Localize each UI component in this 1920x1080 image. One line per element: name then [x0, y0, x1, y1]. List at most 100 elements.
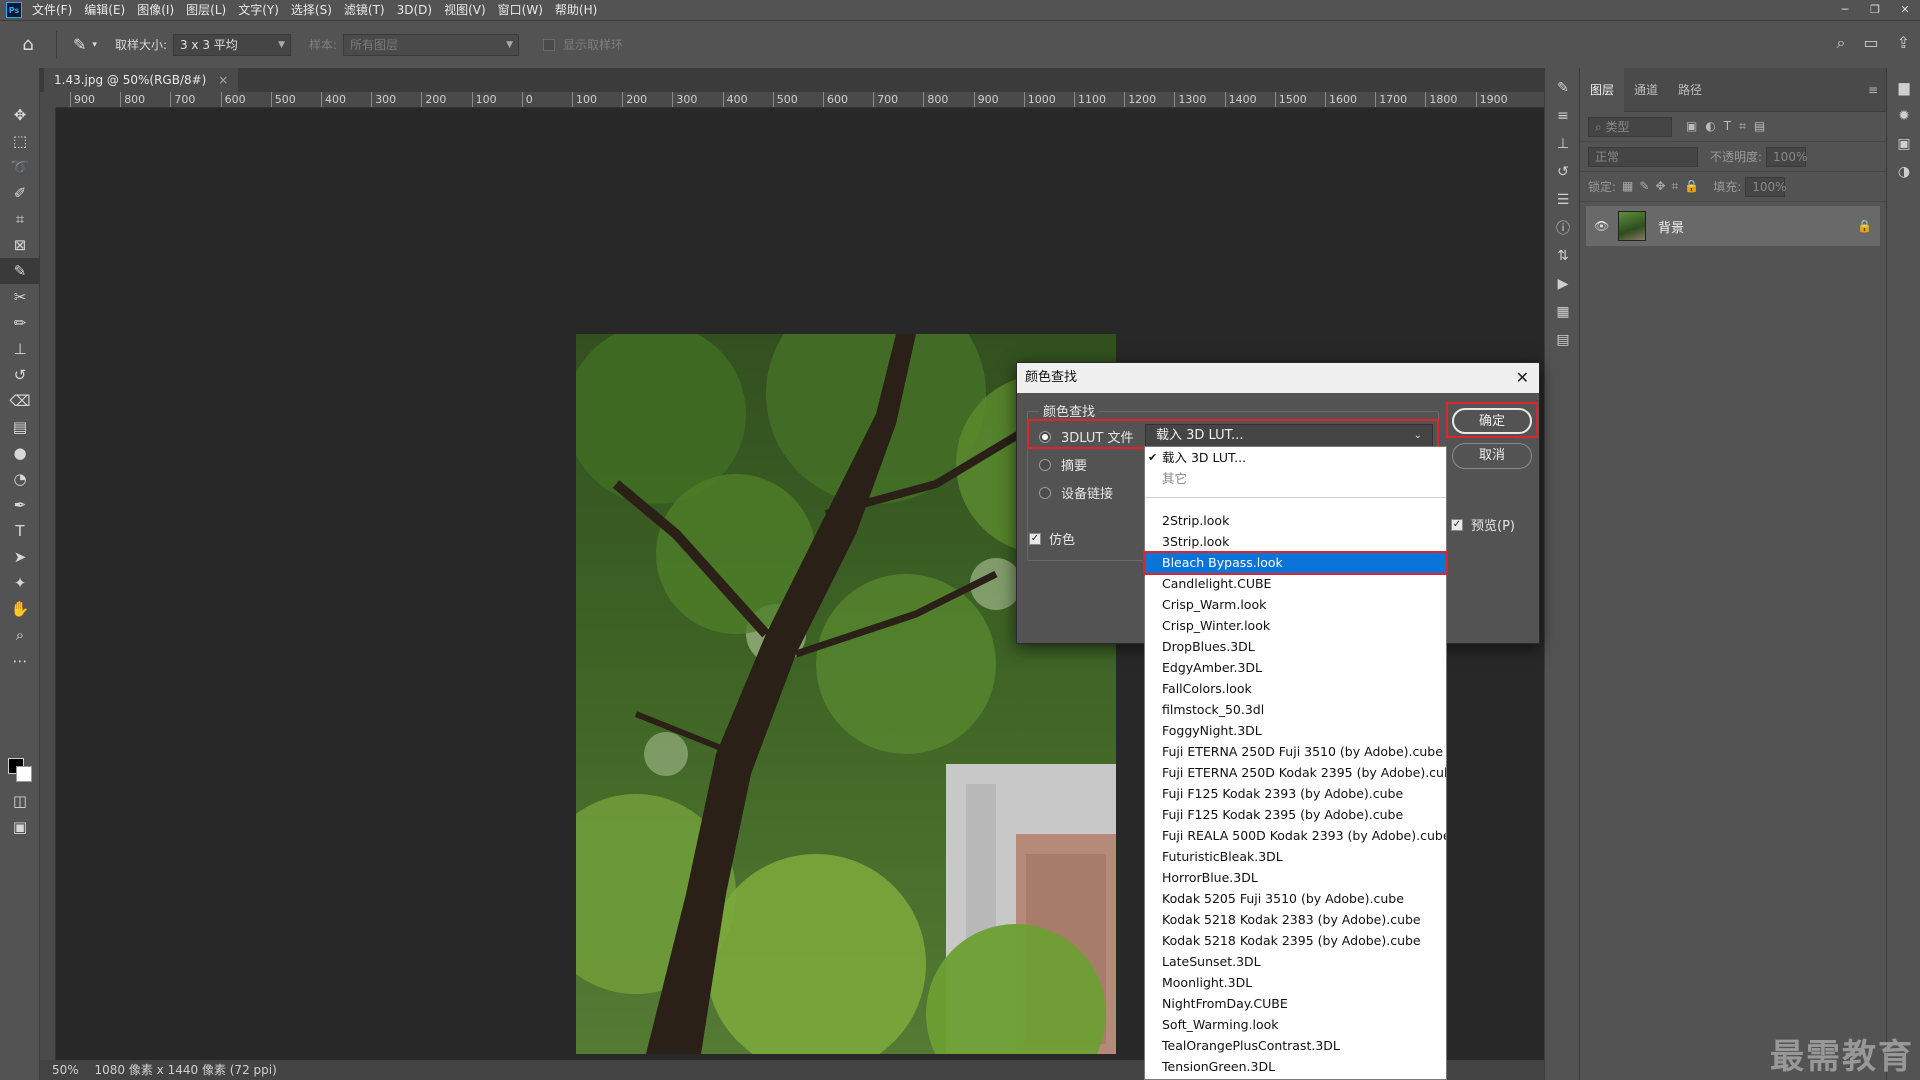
move-tool-icon[interactable]: ✥: [0, 102, 40, 128]
paths-icon[interactable]: ⇅: [1545, 242, 1581, 270]
lut-item[interactable]: EdgyAmber.3DL: [1145, 657, 1446, 678]
path-select-icon[interactable]: ➤: [0, 544, 40, 570]
brush-tool-icon[interactable]: ✏: [0, 310, 40, 336]
home-icon[interactable]: ⌂: [10, 27, 46, 63]
lock-icons[interactable]: ▦✎✥⌗🔒: [1622, 179, 1705, 194]
radio-button[interactable]: [1039, 486, 1051, 499]
lut-item[interactable]: LateSunset.3DL: [1145, 951, 1446, 972]
quick-select-tool-icon[interactable]: ✐: [0, 180, 40, 206]
lut-item[interactable]: NightFromDay.CUBE: [1145, 993, 1446, 1014]
cancel-button[interactable]: 取消: [1452, 443, 1532, 469]
lut-item[interactable]: filmstock_50.3dl: [1145, 699, 1446, 720]
lut-item[interactable]: TensionGreen.3DL: [1145, 1056, 1446, 1077]
stamp-tool-icon[interactable]: ⊥: [0, 336, 40, 362]
blend-mode-select[interactable]: 正常: [1588, 146, 1698, 167]
pen-tool-icon[interactable]: ✒: [0, 492, 40, 518]
menu-edit[interactable]: 编辑(E): [78, 0, 131, 20]
brush-settings-icon[interactable]: ✎: [1545, 74, 1581, 102]
zoom-tool-icon[interactable]: ⌕: [0, 622, 40, 648]
close-icon[interactable]: ✕: [1516, 363, 1529, 393]
search-icon[interactable]: ⌕: [1837, 33, 1846, 53]
dodge-tool-icon[interactable]: ◔: [0, 466, 40, 492]
tab-paths[interactable]: 路径: [1668, 68, 1712, 112]
frame-tool-icon[interactable]: ⊠: [0, 232, 40, 258]
radio-button[interactable]: [1039, 458, 1051, 471]
document-tab[interactable]: 1.43.jpg @ 50%(RGB/8#) ×: [44, 68, 239, 92]
properties-icon[interactable]: ☰: [1545, 186, 1581, 214]
lut-item[interactable]: Fuji F125 Kodak 2395 (by Adobe).cube: [1145, 804, 1446, 825]
radio-abstract[interactable]: 摘要: [1039, 455, 1087, 474]
lut-item[interactable]: Fuji ETERNA 250D Fuji 3510 (by Adobe).cu…: [1145, 741, 1446, 762]
lut-item[interactable]: Fuji ETERNA 250D Kodak 2395 (by Adobe).c…: [1145, 762, 1446, 783]
menu-help[interactable]: 帮助(H): [549, 0, 603, 20]
menu-view[interactable]: 视图(V): [438, 0, 492, 20]
lut-item[interactable]: TealOrangePlusContrast.3DL: [1145, 1035, 1446, 1056]
dropdown-item-load-lut[interactable]: ✔ 载入 3D LUT...: [1145, 447, 1446, 468]
more-tools-icon[interactable]: ⋯: [0, 648, 40, 674]
eye-icon[interactable]: 👁: [1594, 219, 1610, 233]
menu-select[interactable]: 选择(S): [285, 0, 338, 20]
close-tab-icon[interactable]: ×: [218, 73, 228, 87]
radio-device-link[interactable]: 设备链接: [1039, 483, 1113, 502]
layer-filter-select[interactable]: ⌕ 类型: [1588, 116, 1672, 137]
share-icon[interactable]: ⇪: [1897, 33, 1910, 53]
fill-input[interactable]: 100%: [1745, 176, 1787, 197]
gradient-tool-icon[interactable]: ▤: [0, 414, 40, 440]
history-icon[interactable]: ↺: [1545, 158, 1581, 186]
crop-tool-icon[interactable]: ⌗: [0, 206, 40, 232]
dither-checkbox-row[interactable]: ✓ 仿色: [1029, 529, 1075, 548]
lock-icon[interactable]: 🔒: [1857, 219, 1872, 233]
adjust-icon[interactable]: ≡: [1545, 102, 1581, 130]
light-icon[interactable]: ✹: [1887, 102, 1920, 130]
shape-tool-icon[interactable]: ✦: [0, 570, 40, 596]
screen-mode-icon[interactable]: ▣: [0, 814, 40, 840]
actions-icon[interactable]: ▶: [1545, 270, 1581, 298]
show-ring-checkbox[interactable]: [543, 38, 556, 51]
lut-item[interactable]: Candlelight.CUBE: [1145, 573, 1446, 594]
sample-size-select[interactable]: 3 x 3 平均 ▼: [172, 33, 291, 56]
lut-item[interactable]: DropBlues.3DL: [1145, 636, 1446, 657]
hand-tool-icon[interactable]: ✋: [0, 596, 40, 622]
sample-select[interactable]: 所有图层 ▼: [343, 33, 520, 56]
zoom-level[interactable]: 50%: [52, 1063, 79, 1077]
tab-layers[interactable]: 图层: [1580, 67, 1625, 112]
filter-icons[interactable]: ▣◐T⌗▤: [1686, 119, 1773, 134]
chevron-down-icon[interactable]: ▾: [92, 40, 97, 50]
lut-item[interactable]: Crisp_Warm.look: [1145, 594, 1446, 615]
preview-checkbox[interactable]: ✓: [1451, 518, 1463, 531]
lut-item[interactable]: 3Strip.look: [1145, 531, 1446, 552]
workspace-icon[interactable]: ▭: [1863, 33, 1878, 53]
lut-item[interactable]: FuturisticBleak.3DL: [1145, 846, 1446, 867]
libraries-icon[interactable]: ▣: [1887, 130, 1920, 158]
lasso-tool-icon[interactable]: ➰: [0, 154, 40, 180]
blur-tool-icon[interactable]: ●: [0, 440, 40, 466]
eyedropper-tool-icon[interactable]: ✎: [0, 258, 40, 284]
opacity-input[interactable]: 100%: [1766, 146, 1807, 167]
quick-mask-icon[interactable]: ◫: [0, 788, 40, 814]
lut-item[interactable]: Kodak 5205 Fuji 3510 (by Adobe).cube: [1145, 888, 1446, 909]
lut-item[interactable]: Fuji F125 Kodak 2393 (by Adobe).cube: [1145, 783, 1446, 804]
lut-file-select[interactable]: 载入 3D LUT... ⌄: [1145, 424, 1433, 448]
type-tool-icon[interactable]: T: [0, 518, 40, 544]
info-icon[interactable]: ⓘ: [1545, 214, 1581, 242]
menu-window[interactable]: 窗口(W): [492, 0, 549, 20]
lut-item[interactable]: Crisp_Winter.look: [1145, 615, 1446, 636]
eraser-tool-icon[interactable]: ⌫: [0, 388, 40, 414]
lut-item[interactable]: HorrorBlue.3DL: [1145, 867, 1446, 888]
lut-item[interactable]: 2Strip.look: [1145, 510, 1446, 531]
history-brush-icon[interactable]: ↺: [0, 362, 40, 388]
marquee-tool-icon[interactable]: ⬚: [0, 128, 40, 154]
dither-checkbox[interactable]: ✓: [1029, 532, 1041, 545]
minimize-icon[interactable]: ─: [1830, 0, 1860, 20]
healing-tool-icon[interactable]: ✂: [0, 284, 40, 310]
glyphs-icon[interactable]: ▦: [1545, 298, 1581, 326]
background-color-swatch[interactable]: [16, 766, 32, 782]
lut-item[interactable]: Soft_Warming.look: [1145, 1014, 1446, 1035]
panel-menu-icon[interactable]: ≡: [1868, 83, 1878, 97]
lut-item[interactable]: FoggyNight.3DL: [1145, 720, 1446, 741]
lut-item[interactable]: Kodak 5218 Kodak 2383 (by Adobe).cube: [1145, 909, 1446, 930]
menu-file[interactable]: 文件(F): [26, 0, 78, 20]
lut-item[interactable]: FallColors.look: [1145, 678, 1446, 699]
histogram-icon[interactable]: ▆: [1887, 74, 1920, 102]
lut-item[interactable]: Fuji REALA 500D Kodak 2393 (by Adobe).cu…: [1145, 825, 1446, 846]
